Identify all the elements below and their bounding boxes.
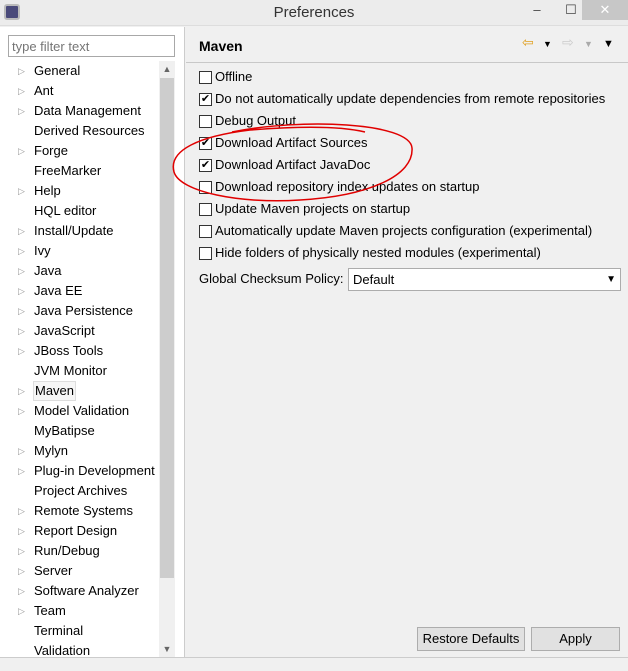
tree-item-label: JVM Monitor xyxy=(34,363,107,378)
checksum-policy-select[interactable]: Default ▼ xyxy=(348,268,621,291)
close-button[interactable]: ✕ xyxy=(582,0,628,20)
tree-item-label: JBoss Tools xyxy=(34,343,104,358)
tree-item-label: Maven xyxy=(33,381,77,401)
expand-arrow-icon[interactable]: ▷ xyxy=(18,581,25,601)
expand-arrow-icon[interactable]: ▷ xyxy=(18,381,25,401)
scroll-down-icon[interactable]: ▼ xyxy=(159,641,175,657)
forward-dropdown-icon[interactable]: ▼ xyxy=(584,39,593,49)
option-label: Update Maven projects on startup xyxy=(215,201,411,216)
expand-arrow-icon[interactable]: ▷ xyxy=(18,541,25,561)
expand-arrow-icon[interactable]: ▷ xyxy=(18,321,25,341)
restore-defaults-button[interactable]: Restore Defaults xyxy=(417,627,525,651)
tree-item-label: Team xyxy=(34,603,66,618)
expand-arrow-icon[interactable]: ▷ xyxy=(18,81,25,101)
expand-arrow-icon[interactable]: ▷ xyxy=(18,281,25,301)
checkbox-unchecked-icon[interactable] xyxy=(199,115,212,128)
chevron-down-icon: ▼ xyxy=(606,274,616,285)
expand-arrow-icon[interactable]: ▷ xyxy=(18,141,25,161)
tree-item-label: Data Management xyxy=(34,103,141,118)
option-label: Debug Output xyxy=(215,113,296,128)
filter-input[interactable] xyxy=(8,35,175,57)
checksum-policy-label: Global Checksum Policy: xyxy=(199,271,344,286)
checkbox-unchecked-icon[interactable] xyxy=(199,71,212,84)
status-bar xyxy=(0,657,628,671)
tree-item-label: Java EE xyxy=(34,283,83,298)
expand-arrow-icon[interactable]: ▷ xyxy=(18,501,25,521)
tree-scrollbar[interactable]: ▲ ▼ xyxy=(159,61,175,657)
option-label: Hide folders of physically nested module… xyxy=(215,245,541,260)
expand-arrow-icon[interactable]: ▷ xyxy=(18,261,25,281)
expand-arrow-icon[interactable]: ▷ xyxy=(18,601,25,621)
tree-item-label: Derived Resources xyxy=(34,123,145,138)
back-dropdown-icon[interactable]: ▼ xyxy=(543,39,552,49)
title-bar: Preferences – ☐ ✕ xyxy=(0,0,628,26)
expand-arrow-icon[interactable]: ▷ xyxy=(18,241,25,261)
tree-item-label: Forge xyxy=(34,143,68,158)
scroll-up-icon[interactable]: ▲ xyxy=(159,61,175,77)
minimize-button[interactable]: – xyxy=(520,0,554,20)
option-label: Download Artifact JavaDoc xyxy=(215,157,371,172)
option-label: Download repository index updates on sta… xyxy=(215,179,480,194)
page-title: Maven xyxy=(199,38,243,54)
tree-item-label: Terminal xyxy=(34,623,84,638)
expand-arrow-icon[interactable]: ▷ xyxy=(18,561,25,581)
maven-preference-page: Maven ⇦ ▼ ⇨ ▼ ▼ Offline ✔ Do not automatic… xyxy=(186,27,628,657)
tree-item-label: JavaScript xyxy=(34,323,95,338)
checkbox-unchecked-icon[interactable] xyxy=(199,225,212,238)
apply-button[interactable]: Apply xyxy=(531,627,620,651)
tree-item-label: Install/Update xyxy=(34,223,114,238)
view-menu-icon[interactable]: ▼ xyxy=(603,38,614,50)
checksum-policy-value: Default xyxy=(353,272,395,287)
expand-arrow-icon[interactable]: ▷ xyxy=(18,101,25,121)
header-separator xyxy=(186,62,628,63)
tree-item-label: Remote Systems xyxy=(34,503,133,518)
scrollbar-thumb[interactable] xyxy=(160,78,174,578)
expand-arrow-icon[interactable]: ▷ xyxy=(18,181,25,201)
expand-arrow-icon[interactable]: ▷ xyxy=(18,61,25,81)
forward-arrow-icon[interactable]: ⇨ xyxy=(562,34,574,51)
tree-item-label: Java Persistence xyxy=(34,303,133,318)
option-label: Offline xyxy=(215,69,253,84)
tree-item-label: FreeMarker xyxy=(34,163,102,178)
expand-arrow-icon[interactable]: ▷ xyxy=(18,521,25,541)
tree-item-label: Ant xyxy=(34,83,54,98)
checkbox-unchecked-icon[interactable] xyxy=(199,247,212,260)
tree-item-label: Ivy xyxy=(34,243,51,258)
expand-arrow-icon[interactable]: ▷ xyxy=(18,461,25,481)
tree-item-label: Model Validation xyxy=(34,403,130,418)
tree-item-label: Run/Debug xyxy=(34,543,100,558)
tree-item-label: HQL editor xyxy=(34,203,97,218)
tree-item-label: MyBatipse xyxy=(34,423,95,438)
checkbox-checked-icon[interactable]: ✔ xyxy=(199,93,212,106)
back-arrow-icon[interactable]: ⇦ xyxy=(522,34,534,51)
checkbox-unchecked-icon[interactable] xyxy=(199,203,212,216)
tree-item-label: Server xyxy=(34,563,73,578)
tree-item-label: Help xyxy=(34,183,61,198)
tree-item-label: Software Analyzer xyxy=(34,583,139,598)
option-label: Do not automatically update dependencies… xyxy=(215,91,606,106)
expand-arrow-icon[interactable]: ▷ xyxy=(18,221,25,241)
checkbox-checked-icon[interactable]: ✔ xyxy=(199,159,212,172)
tree-item-label: Plug-in Development xyxy=(34,463,155,478)
expand-arrow-icon[interactable]: ▷ xyxy=(18,401,25,421)
tree-item-label: Report Design xyxy=(34,523,118,538)
tree-item-label: Java xyxy=(34,263,62,278)
tree-item-label: Mylyn xyxy=(34,443,68,458)
expand-arrow-icon[interactable]: ▷ xyxy=(18,301,25,321)
tree-item-label: Project Archives xyxy=(34,483,128,498)
option-label: Download Artifact Sources xyxy=(215,135,368,150)
expand-arrow-icon[interactable]: ▷ xyxy=(18,341,25,361)
tree-item-label: General xyxy=(34,63,81,78)
checkbox-unchecked-icon[interactable] xyxy=(199,181,212,194)
checkbox-checked-icon[interactable]: ✔ xyxy=(199,137,212,150)
preferences-nav: ▷ General ▷ Ant ▷ Data Management Derived Reso… xyxy=(0,27,185,658)
option-label: Automatically update Maven projects conf… xyxy=(215,223,593,238)
expand-arrow-icon[interactable]: ▷ xyxy=(18,441,25,461)
